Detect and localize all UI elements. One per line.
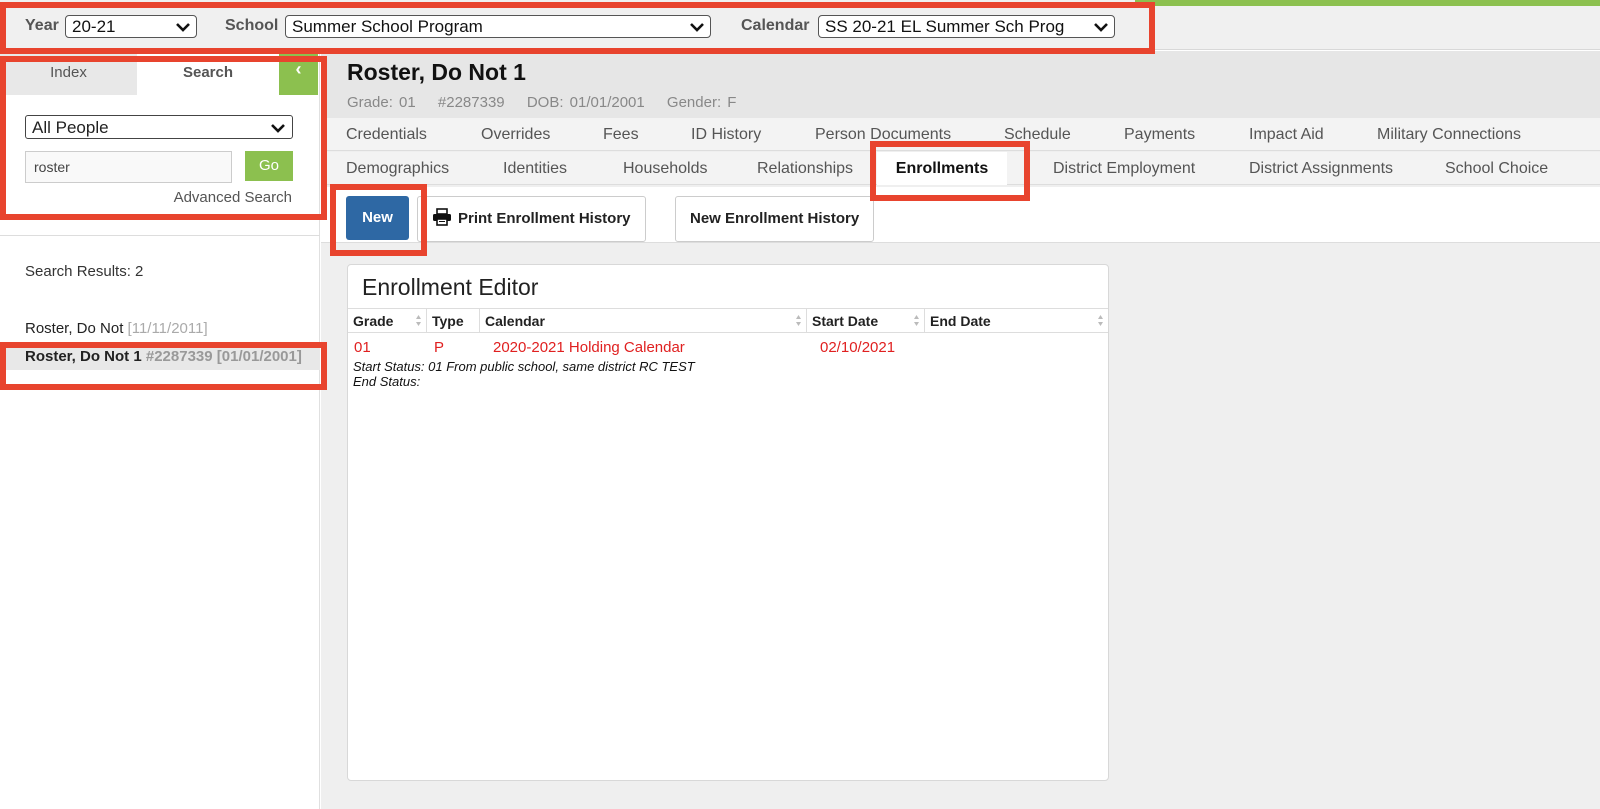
tab-school-choice[interactable]: School Choice bbox=[1445, 152, 1548, 185]
collapse-panel-button[interactable]: ‹ bbox=[279, 51, 318, 95]
main-content: Roster, Do Not 1 Grade: 01 #2287339 DOB:… bbox=[321, 51, 1600, 809]
tab-fees[interactable]: Fees bbox=[603, 118, 639, 151]
tab-overrides[interactable]: Overrides bbox=[481, 118, 550, 151]
grid-header: Grade Type Calendar Start Date End Date bbox=[348, 308, 1108, 333]
calendar-value: SS 20-21 EL Summer Sch Prog bbox=[825, 17, 1065, 36]
column-start-date[interactable]: Start Date bbox=[807, 309, 925, 333]
result-birthdate: [01/01/2001] bbox=[216, 348, 302, 365]
tab-row-2: Demographics Identities Households Relat… bbox=[321, 152, 1600, 185]
new-button[interactable]: New bbox=[346, 196, 409, 240]
person-id: #2287339 bbox=[437, 94, 505, 111]
row-start-date: 02/10/2021 bbox=[820, 339, 896, 356]
school-select[interactable]: Summer School Program bbox=[285, 15, 711, 38]
tab-row-1: Credentials Overrides Fees ID History Pe… bbox=[321, 118, 1600, 151]
advanced-search-link[interactable]: Advanced Search bbox=[174, 189, 292, 206]
column-label: Type bbox=[432, 313, 464, 329]
chevron-down-icon bbox=[690, 23, 704, 32]
print-enrollment-history-button[interactable]: Print Enrollment History bbox=[417, 196, 646, 242]
column-grade[interactable]: Grade bbox=[348, 309, 427, 333]
column-calendar[interactable]: Calendar bbox=[480, 309, 807, 333]
start-status: Start Status: 01 From public school, sam… bbox=[353, 359, 695, 374]
search-result-item-selected[interactable]: Roster, Do Not 1 #2287339 [01/01/2001] bbox=[0, 344, 320, 370]
result-id: #2287339 bbox=[145, 348, 213, 365]
end-status: End Status: bbox=[353, 374, 421, 389]
person-dob: DOB: 01/01/2001 bbox=[526, 94, 645, 111]
enrollment-editor: Enrollment Editor Grade Type Calendar St… bbox=[347, 264, 1109, 781]
calendar-select[interactable]: SS 20-21 EL Summer Sch Prog bbox=[818, 15, 1115, 38]
search-result-item[interactable]: Roster, Do Not [11/11/2011] bbox=[0, 316, 320, 342]
tab-military-connections[interactable]: Military Connections bbox=[1377, 118, 1521, 151]
chevron-down-icon bbox=[271, 124, 285, 133]
person-header: Roster, Do Not 1 Grade: 01 #2287339 DOB:… bbox=[321, 51, 1600, 118]
year-select[interactable]: 20-21 bbox=[65, 15, 197, 38]
chevron-down-icon bbox=[176, 23, 190, 32]
sort-icon bbox=[1098, 315, 1103, 326]
tab-households[interactable]: Households bbox=[623, 152, 708, 185]
person-gender: Gender: F bbox=[666, 94, 737, 111]
tab-demographics[interactable]: Demographics bbox=[346, 152, 449, 185]
tab-id-history[interactable]: ID History bbox=[691, 118, 761, 151]
year-label: Year bbox=[25, 17, 59, 34]
context-bar: Year 20-21 School Summer School Program … bbox=[0, 0, 1600, 50]
school-label: School bbox=[225, 17, 279, 34]
divider bbox=[0, 235, 320, 236]
sort-icon bbox=[416, 315, 421, 326]
search-input[interactable]: roster bbox=[25, 151, 232, 183]
person-name: Roster, Do Not 1 bbox=[347, 59, 526, 85]
search-panel: Index Search ‹ All People roster Go Adva… bbox=[0, 51, 320, 809]
person-grade: Grade: 01 bbox=[347, 94, 416, 111]
chevron-down-icon bbox=[1094, 23, 1108, 32]
person-meta: Grade: 01 #2287339 DOB: 01/01/2001 Gende… bbox=[347, 94, 752, 111]
go-button[interactable]: Go bbox=[245, 151, 293, 181]
calendar-label: Calendar bbox=[741, 17, 810, 34]
tab-index[interactable]: Index bbox=[0, 51, 137, 95]
row-grade: 01 bbox=[354, 339, 371, 356]
toolbar: New Print Enrollment History New Enrollm… bbox=[321, 187, 1600, 243]
column-type[interactable]: Type bbox=[427, 309, 480, 333]
result-birthdate: [11/11/2011] bbox=[127, 320, 208, 337]
chevron-left-icon: ‹ bbox=[295, 59, 302, 79]
tab-credentials[interactable]: Credentials bbox=[346, 118, 427, 151]
tab-enrollments[interactable]: Enrollments bbox=[877, 152, 1007, 185]
printer-icon bbox=[433, 208, 451, 226]
year-value: 20-21 bbox=[72, 17, 116, 36]
tab-impact-aid[interactable]: Impact Aid bbox=[1249, 118, 1324, 151]
column-label: End Date bbox=[930, 313, 991, 329]
new-enrollment-history-button[interactable]: New Enrollment History bbox=[675, 196, 875, 242]
people-filter-select[interactable]: All People bbox=[25, 115, 293, 139]
tab-payments[interactable]: Payments bbox=[1124, 118, 1195, 151]
result-name: Roster, Do Not bbox=[25, 320, 124, 337]
sort-icon bbox=[796, 315, 801, 326]
column-label: Start Date bbox=[812, 313, 879, 329]
people-filter-value: All People bbox=[32, 118, 109, 137]
accent-strip bbox=[1135, 0, 1600, 6]
tab-schedule[interactable]: Schedule bbox=[1004, 118, 1071, 151]
search-results-count: Search Results: 2 bbox=[25, 263, 144, 280]
tab-person-documents[interactable]: Person Documents bbox=[815, 118, 951, 151]
tab-search[interactable]: Search bbox=[137, 51, 279, 95]
column-end-date[interactable]: End Date bbox=[925, 309, 1108, 333]
result-name: Roster, Do Not 1 bbox=[25, 348, 142, 365]
column-label: Grade bbox=[353, 313, 394, 329]
sort-icon bbox=[914, 315, 919, 326]
tab-relationships[interactable]: Relationships bbox=[757, 152, 853, 185]
row-calendar: 2020-2021 Holding Calendar bbox=[493, 339, 685, 356]
print-label: Print Enrollment History bbox=[458, 210, 631, 227]
row-type: P bbox=[434, 339, 445, 356]
school-value: Summer School Program bbox=[292, 17, 483, 36]
tab-identities[interactable]: Identities bbox=[503, 152, 567, 185]
tab-district-assignments[interactable]: District Assignments bbox=[1249, 152, 1393, 185]
editor-title: Enrollment Editor bbox=[362, 274, 539, 300]
tab-district-employment[interactable]: District Employment bbox=[1053, 152, 1195, 185]
column-label: Calendar bbox=[485, 313, 545, 329]
